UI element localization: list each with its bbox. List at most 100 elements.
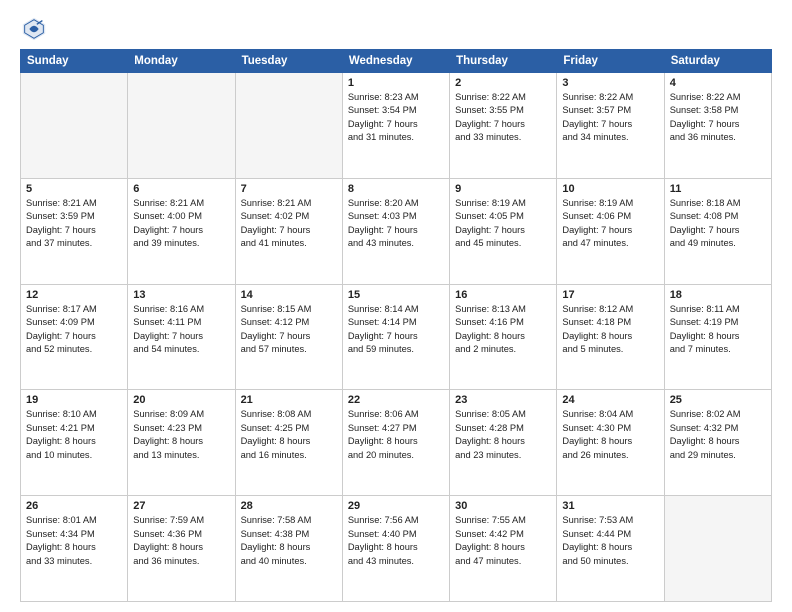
day-number: 12 (26, 289, 122, 301)
day-cell: 26Sunrise: 8:01 AM Sunset: 4:34 PM Dayli… (21, 496, 128, 602)
day-detail: Sunrise: 7:56 AM Sunset: 4:40 PM Dayligh… (348, 514, 444, 568)
day-cell: 25Sunrise: 8:02 AM Sunset: 4:32 PM Dayli… (664, 390, 771, 496)
day-detail: Sunrise: 7:53 AM Sunset: 4:44 PM Dayligh… (562, 514, 658, 568)
day-cell: 27 Sunrise: 7:59 AM Sunset: 4:36 PM Dayli… (128, 496, 235, 602)
header (20, 15, 772, 43)
day-cell (21, 73, 128, 179)
day-number: 6 (133, 183, 229, 195)
day-detail: Sunrise: 8:10 AM Sunset: 4:21 PM Dayligh… (26, 408, 122, 462)
day-detail: Sunrise: 8:04 AM Sunset: 4:30 PM Dayligh… (562, 408, 658, 462)
day-detail: Sunrise: 8:19 AM Sunset: 4:06 PM Dayligh… (562, 197, 658, 251)
day-detail: Sunrise: 8:11 AM Sunset: 4:19 PM Dayligh… (670, 303, 766, 357)
day-cell: 14 Sunrise: 8:15 AM Sunset: 4:12 PM Dayli… (235, 284, 342, 390)
day-cell: 15 Sunrise: 8:14 AM Sunset: 4:14 PM Dayli… (342, 284, 449, 390)
day-detail: Sunrise: 7:55 AM Sunset: 4:42 PM Dayligh… (455, 514, 551, 568)
day-number: 18 (670, 289, 766, 301)
day-cell: 29 Sunrise: 7:56 AM Sunset: 4:40 PM Dayli… (342, 496, 449, 602)
week-row-2: 5 Sunrise: 8:21 AM Sunset: 3:59 PM Daylig… (21, 178, 772, 284)
day-number: 13 (133, 289, 229, 301)
day-detail: Sunrise: 7:58 AM Sunset: 4:38 PM Dayligh… (241, 514, 337, 568)
day-cell: 12 Sunrise: 8:17 AM Sunset: 4:09 PM Dayli… (21, 284, 128, 390)
day-number: 1 (348, 77, 444, 89)
day-number: 21 (241, 394, 337, 406)
day-number: 24 (562, 394, 658, 406)
day-cell: 31 Sunrise: 7:53 AM Sunset: 4:44 PM Dayli… (557, 496, 664, 602)
day-detail: Sunrise: 8:13 AM Sunset: 4:16 PM Dayligh… (455, 303, 551, 357)
weekday-friday: Friday (557, 50, 664, 73)
day-cell (235, 73, 342, 179)
day-detail: Sunrise: 8:15 AM Sunset: 4:12 PM Dayligh… (241, 303, 337, 357)
day-detail: Sunrise: 8:12 AM Sunset: 4:18 PM Dayligh… (562, 303, 658, 357)
day-cell: 2 Sunrise: 8:22 AM Sunset: 3:55 PM Daylig… (450, 73, 557, 179)
day-detail: Sunrise: 8:20 AM Sunset: 4:03 PM Dayligh… (348, 197, 444, 251)
day-number: 17 (562, 289, 658, 301)
logo-icon (20, 15, 48, 43)
day-cell: 16 Sunrise: 8:13 AM Sunset: 4:16 PM Dayli… (450, 284, 557, 390)
page: SundayMondayTuesdayWednesdayThursdayFrid… (0, 0, 792, 612)
day-number: 31 (562, 500, 658, 512)
day-number: 27 (133, 500, 229, 512)
day-detail: Sunrise: 8:21 AM Sunset: 3:59 PM Dayligh… (26, 197, 122, 251)
week-row-4: 19 Sunrise: 8:10 AM Sunset: 4:21 PM Dayli… (21, 390, 772, 496)
day-cell: 17 Sunrise: 8:12 AM Sunset: 4:18 PM Dayli… (557, 284, 664, 390)
day-detail: Sunrise: 8:09 AM Sunset: 4:23 PM Dayligh… (133, 408, 229, 462)
day-detail: Sunrise: 8:16 AM Sunset: 4:11 PM Dayligh… (133, 303, 229, 357)
day-cell: 22Sunrise: 8:06 AM Sunset: 4:27 PM Dayli… (342, 390, 449, 496)
day-cell: 6 Sunrise: 8:21 AM Sunset: 4:00 PM Daylig… (128, 178, 235, 284)
calendar-table: SundayMondayTuesdayWednesdayThursdayFrid… (20, 49, 772, 602)
weekday-sunday: Sunday (21, 50, 128, 73)
day-number: 23 (455, 394, 551, 406)
day-number: 4 (670, 77, 766, 89)
day-detail: Sunrise: 8:22 AM Sunset: 3:55 PM Dayligh… (455, 91, 551, 145)
day-detail: Sunrise: 8:06 AM Sunset: 4:27 PM Dayligh… (348, 408, 444, 462)
day-number: 19 (26, 394, 122, 406)
day-detail: Sunrise: 8:05 AM Sunset: 4:28 PM Dayligh… (455, 408, 551, 462)
day-cell: 24 Sunrise: 8:04 AM Sunset: 4:30 PM Dayli… (557, 390, 664, 496)
day-cell: 21 Sunrise: 8:08 AM Sunset: 4:25 PM Dayli… (235, 390, 342, 496)
week-row-5: 26Sunrise: 8:01 AM Sunset: 4:34 PM Dayli… (21, 496, 772, 602)
day-cell: 30Sunrise: 7:55 AM Sunset: 4:42 PM Dayli… (450, 496, 557, 602)
day-number: 15 (348, 289, 444, 301)
day-cell: 23 Sunrise: 8:05 AM Sunset: 4:28 PM Dayli… (450, 390, 557, 496)
weekday-header-row: SundayMondayTuesdayWednesdayThursdayFrid… (21, 50, 772, 73)
weekday-monday: Monday (128, 50, 235, 73)
day-number: 14 (241, 289, 337, 301)
weekday-thursday: Thursday (450, 50, 557, 73)
day-cell: 18 Sunrise: 8:11 AM Sunset: 4:19 PM Dayli… (664, 284, 771, 390)
day-number: 8 (348, 183, 444, 195)
weekday-saturday: Saturday (664, 50, 771, 73)
day-detail: Sunrise: 8:21 AM Sunset: 4:00 PM Dayligh… (133, 197, 229, 251)
day-detail: Sunrise: 8:22 AM Sunset: 3:58 PM Dayligh… (670, 91, 766, 145)
day-number: 11 (670, 183, 766, 195)
day-cell: 20 Sunrise: 8:09 AM Sunset: 4:23 PM Dayli… (128, 390, 235, 496)
day-number: 16 (455, 289, 551, 301)
day-number: 25 (670, 394, 766, 406)
logo (20, 15, 52, 43)
day-cell: 4 Sunrise: 8:22 AM Sunset: 3:58 PM Daylig… (664, 73, 771, 179)
day-detail: Sunrise: 8:19 AM Sunset: 4:05 PM Dayligh… (455, 197, 551, 251)
day-cell: 3Sunrise: 8:22 AM Sunset: 3:57 PM Daylig… (557, 73, 664, 179)
day-number: 10 (562, 183, 658, 195)
day-number: 28 (241, 500, 337, 512)
day-cell: 13 Sunrise: 8:16 AM Sunset: 4:11 PM Dayli… (128, 284, 235, 390)
day-cell: 9Sunrise: 8:19 AM Sunset: 4:05 PM Daylig… (450, 178, 557, 284)
day-detail: Sunrise: 8:14 AM Sunset: 4:14 PM Dayligh… (348, 303, 444, 357)
day-number: 2 (455, 77, 551, 89)
day-number: 20 (133, 394, 229, 406)
day-detail: Sunrise: 8:08 AM Sunset: 4:25 PM Dayligh… (241, 408, 337, 462)
day-cell: 5 Sunrise: 8:21 AM Sunset: 3:59 PM Daylig… (21, 178, 128, 284)
day-cell: 28 Sunrise: 7:58 AM Sunset: 4:38 PM Dayli… (235, 496, 342, 602)
day-detail: Sunrise: 8:17 AM Sunset: 4:09 PM Dayligh… (26, 303, 122, 357)
day-detail: Sunrise: 8:01 AM Sunset: 4:34 PM Dayligh… (26, 514, 122, 568)
day-cell: 11Sunrise: 8:18 AM Sunset: 4:08 PM Dayli… (664, 178, 771, 284)
day-cell (664, 496, 771, 602)
week-row-3: 12 Sunrise: 8:17 AM Sunset: 4:09 PM Dayli… (21, 284, 772, 390)
day-cell: 7Sunrise: 8:21 AM Sunset: 4:02 PM Daylig… (235, 178, 342, 284)
day-detail: Sunrise: 7:59 AM Sunset: 4:36 PM Dayligh… (133, 514, 229, 568)
day-number: 29 (348, 500, 444, 512)
day-detail: Sunrise: 8:23 AM Sunset: 3:54 PM Dayligh… (348, 91, 444, 145)
day-cell (128, 73, 235, 179)
weekday-wednesday: Wednesday (342, 50, 449, 73)
day-cell: 1 Sunrise: 8:23 AM Sunset: 3:54 PM Daylig… (342, 73, 449, 179)
day-number: 5 (26, 183, 122, 195)
